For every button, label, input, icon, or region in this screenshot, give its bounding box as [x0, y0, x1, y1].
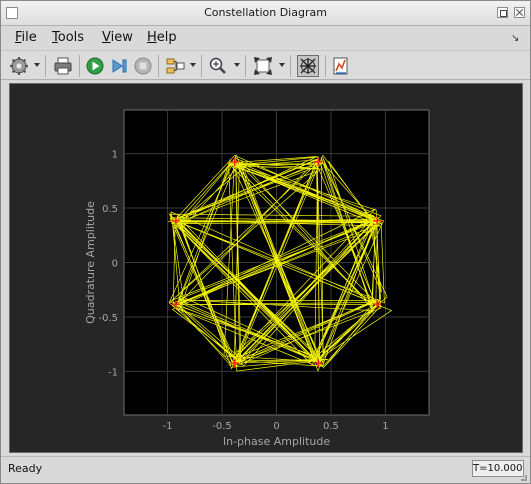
close-button[interactable] — [514, 7, 525, 18]
x-tick-label: 0.5 — [323, 421, 339, 432]
print-icon[interactable] — [52, 55, 74, 77]
status-text: Ready — [8, 462, 43, 475]
x-tick-label: 1 — [382, 421, 388, 432]
constellation-plot[interactable]: -1 -0.5 0 0.5 1 -1 -0.5 0 0.5 1 In-phase Amplitu… — [10, 84, 522, 452]
status-bar: Ready T=10.000 — [1, 456, 530, 483]
menu-bar: File Tools View Help ↘ — [1, 27, 530, 49]
y-tick-label: 1 — [112, 150, 118, 161]
y-tick-label: 0.5 — [102, 204, 118, 215]
menu-help[interactable]: Help — [147, 30, 177, 45]
menu-file[interactable]: File — [15, 30, 37, 45]
signal-dropdown-arrow[interactable] — [190, 63, 196, 67]
run-icon[interactable] — [84, 55, 106, 77]
x-tick-label: 0 — [273, 421, 279, 432]
maximize-button[interactable] — [497, 7, 508, 18]
stop-icon[interactable] — [132, 55, 154, 77]
window-title: Constellation Diagram — [204, 6, 327, 19]
menu-view[interactable]: View — [102, 30, 133, 45]
autoscale-icon[interactable] — [252, 55, 274, 77]
settings-dropdown-arrow[interactable] — [34, 63, 40, 67]
toolbar-separator — [79, 55, 80, 77]
x-tick-label: -0.5 — [212, 421, 232, 432]
title-bar: Constellation Diagram — [1, 1, 530, 26]
x-axis-label: In-phase Amplitude — [223, 435, 330, 448]
constellation-window: Constellation Diagram File Tools View He… — [0, 0, 531, 484]
x-tick-labels: -1 -0.5 0 0.5 1 — [163, 421, 389, 432]
plot-panel: -1 -0.5 0 0.5 1 -1 -0.5 0 0.5 1 In-phase Amplitu… — [9, 83, 523, 453]
resize-grip[interactable] — [521, 475, 527, 481]
toolbar-separator — [290, 55, 291, 77]
simulation-time: T=10.000 — [472, 460, 524, 477]
step-forward-icon[interactable] — [108, 55, 130, 77]
y-tick-label: -0.5 — [98, 313, 118, 324]
signal-selector-icon[interactable] — [164, 55, 186, 77]
toolbar-separator — [201, 55, 202, 77]
y-tick-label: 0 — [112, 259, 118, 270]
y-tick-label: -1 — [108, 367, 118, 378]
settings-icon[interactable] — [8, 55, 30, 77]
zoom-dropdown-arrow[interactable] — [234, 63, 240, 67]
measurements-icon[interactable] — [330, 55, 352, 77]
toolbar — [1, 50, 530, 80]
toolbar-separator — [245, 55, 246, 77]
toolbar-separator — [45, 55, 46, 77]
reference-constellation-icon[interactable] — [297, 55, 319, 77]
toolbar-separator — [158, 55, 159, 77]
y-axis-label: Quadrature Amplitude — [84, 201, 97, 324]
y-tick-labels: -1 -0.5 0 0.5 1 — [98, 150, 118, 379]
dock-arrow-icon[interactable]: ↘ — [511, 33, 519, 44]
menu-tools[interactable]: Tools — [52, 30, 84, 45]
zoom-in-icon[interactable] — [207, 55, 229, 77]
x-tick-label: -1 — [163, 421, 173, 432]
autoscale-dropdown-arrow[interactable] — [279, 63, 285, 67]
toolbar-separator — [325, 55, 326, 77]
